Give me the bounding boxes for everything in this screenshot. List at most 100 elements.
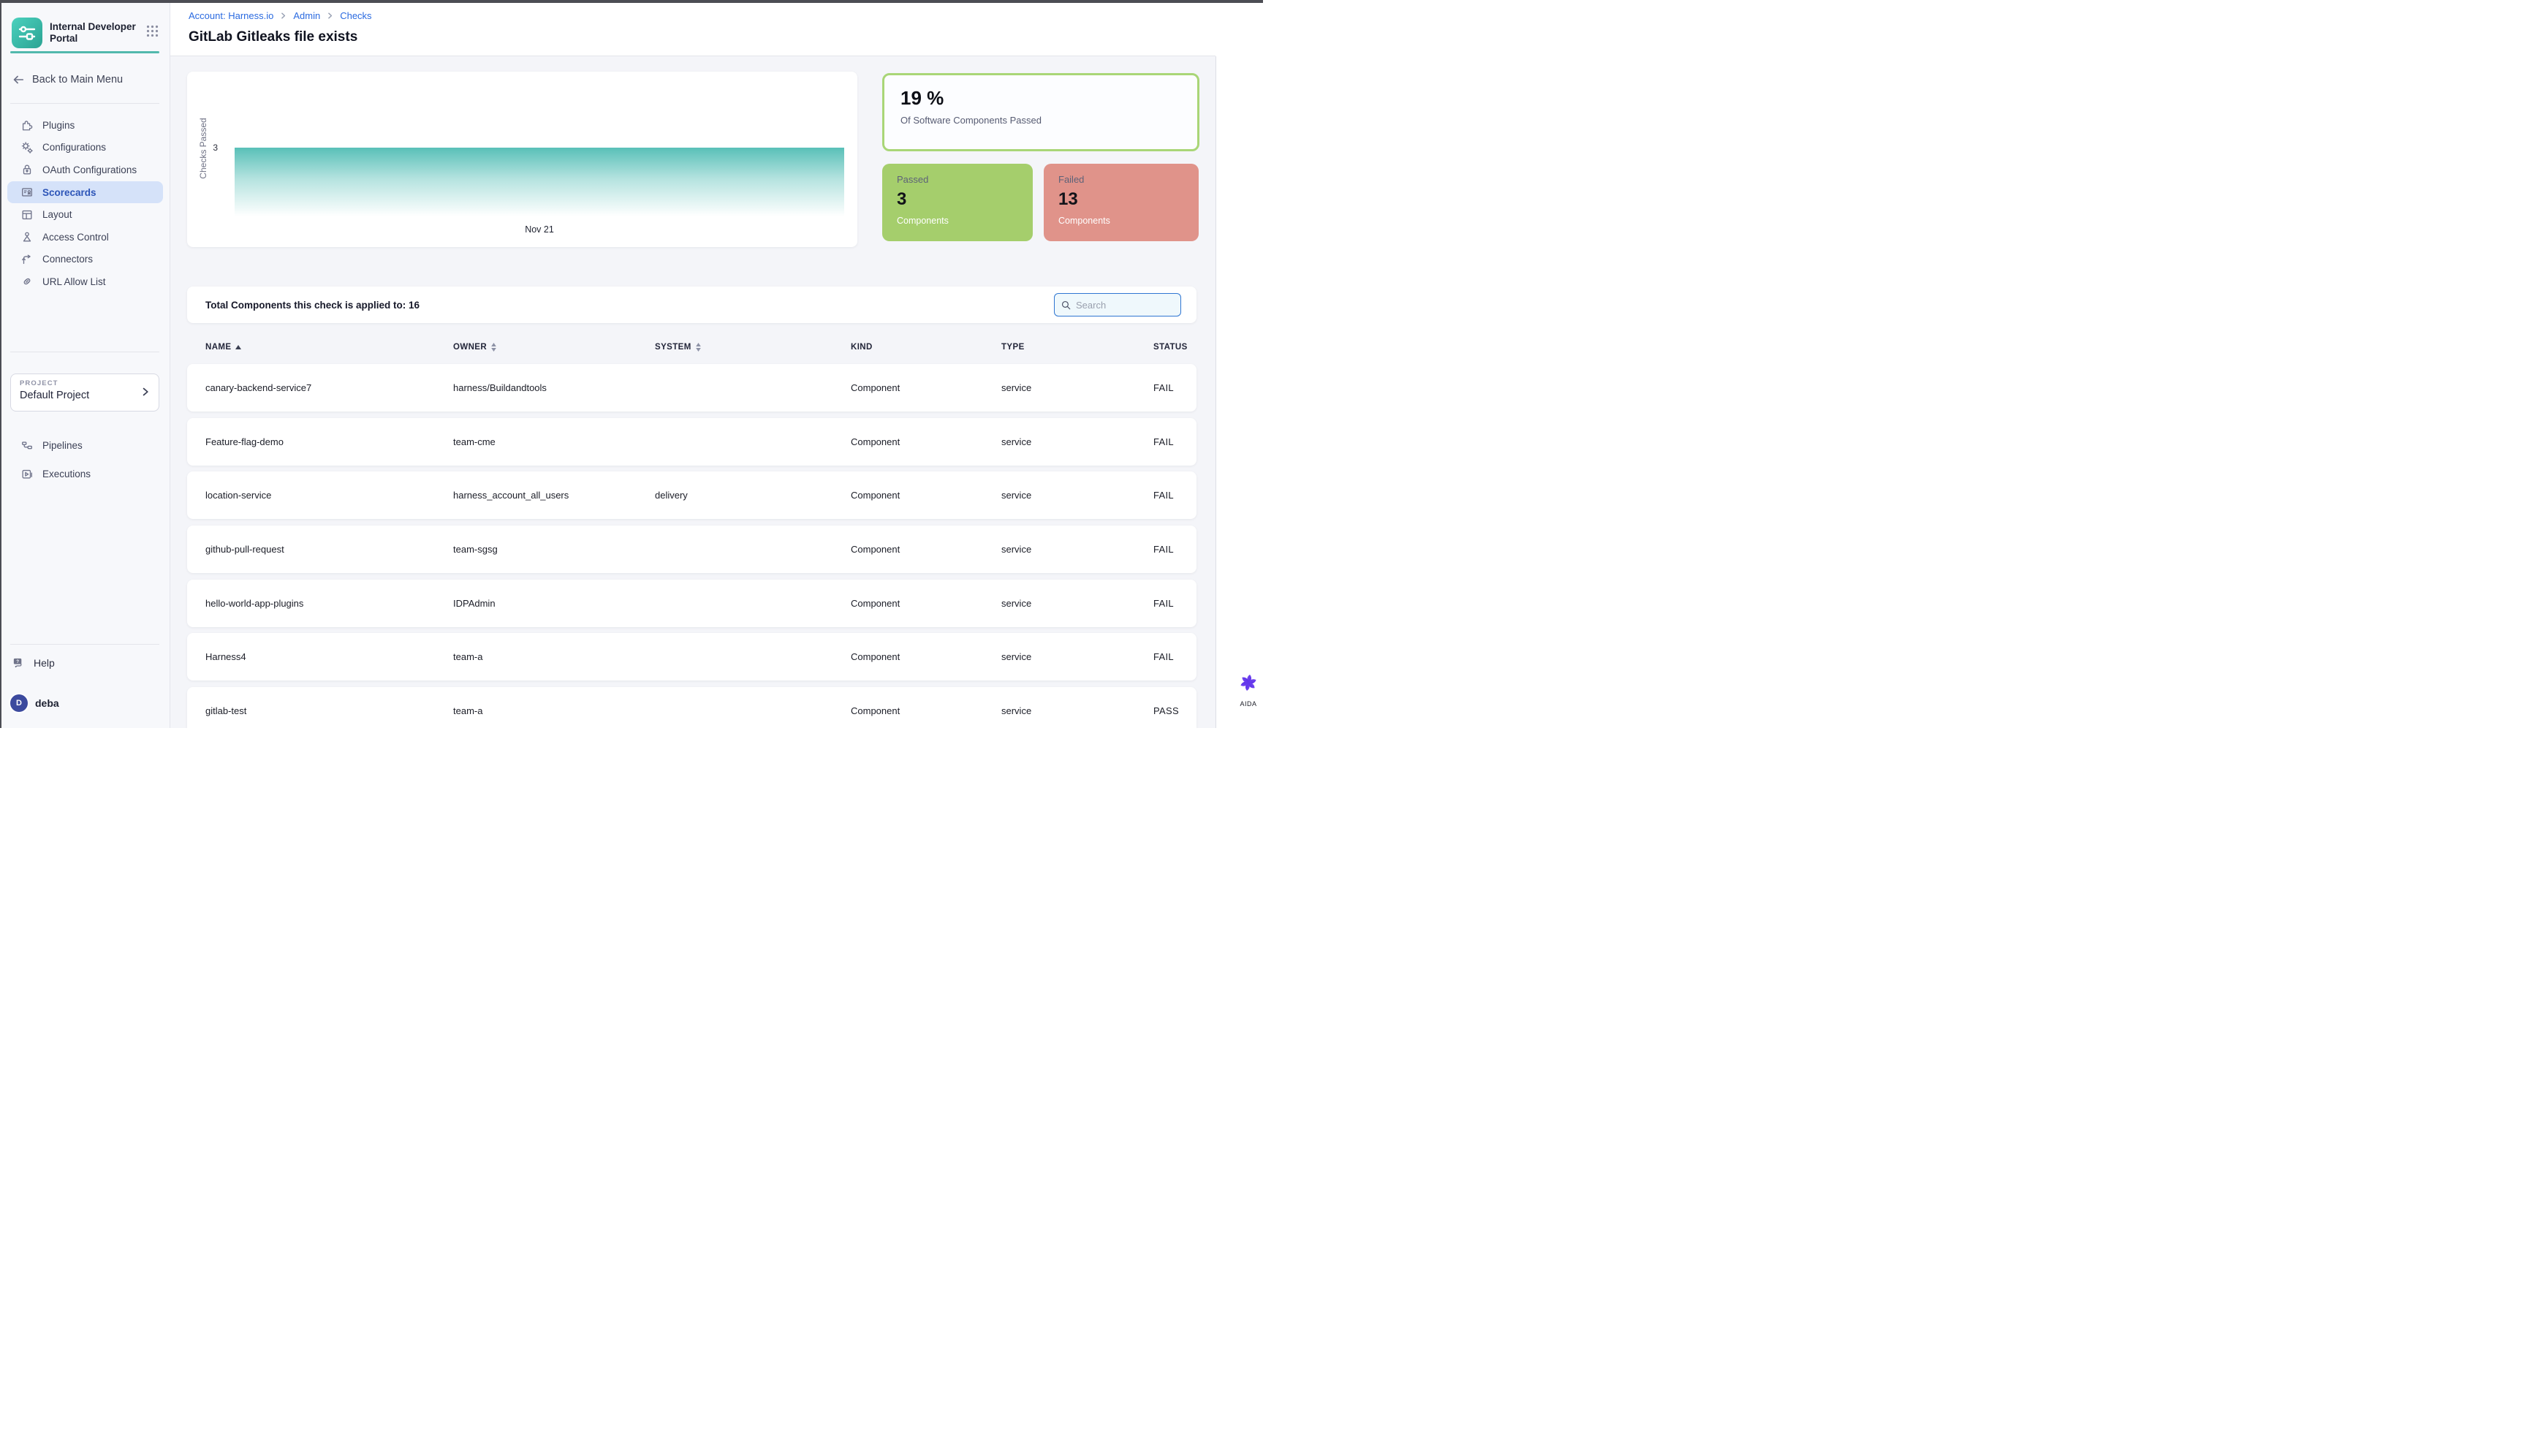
sidebar-item-configurations[interactable]: Configurations bbox=[7, 137, 163, 159]
table-row[interactable]: gitlab-test team-a Component service PAS… bbox=[187, 687, 1196, 728]
table-row[interactable]: github-pull-request team-sgsg Component … bbox=[187, 526, 1196, 573]
sidebar-item-label: Scorecards bbox=[42, 187, 96, 198]
cell-owner: team-sgsg bbox=[453, 544, 655, 555]
cell-kind: Component bbox=[851, 490, 1001, 501]
sidebar-divider bbox=[10, 644, 159, 645]
aida-pinwheel-icon bbox=[1237, 672, 1259, 697]
breadcrumb-admin[interactable]: Admin bbox=[293, 10, 320, 21]
sidebar-item-label: Plugins bbox=[42, 120, 75, 131]
sidebar-item-access-control[interactable]: Access Control bbox=[7, 226, 163, 249]
project-selector[interactable]: PROJECT Default Project bbox=[10, 374, 159, 412]
column-header-kind: KIND bbox=[851, 343, 1001, 352]
cell-name: gitlab-test bbox=[205, 705, 453, 716]
column-header-owner[interactable]: OWNER bbox=[453, 343, 655, 352]
sidebar-item-label: OAuth Configurations bbox=[42, 164, 137, 175]
cell-kind: Component bbox=[851, 705, 1001, 716]
column-header-status: STATUS bbox=[1153, 343, 1196, 352]
sidebar-item-label: Connectors bbox=[42, 254, 93, 265]
breadcrumb-account[interactable]: Account: Harness.io bbox=[189, 10, 273, 21]
table-row[interactable]: Feature-flag-demo team-cme Component ser… bbox=[187, 418, 1196, 466]
cell-status: FAIL bbox=[1153, 544, 1196, 555]
play-icon bbox=[20, 468, 34, 481]
chevron-right-icon bbox=[279, 12, 287, 20]
failed-caption: Components bbox=[1058, 216, 1184, 226]
passed-caption: Components bbox=[897, 216, 1018, 226]
back-label: Back to Main Menu bbox=[32, 74, 123, 86]
cell-name: hello-world-app-plugins bbox=[205, 598, 453, 609]
sidebar-item-connectors[interactable]: Connectors bbox=[7, 249, 163, 271]
cell-status: FAIL bbox=[1153, 436, 1196, 447]
idp-logo-icon bbox=[12, 18, 42, 48]
components-summary-bar: Total Components this check is applied t… bbox=[187, 287, 1196, 323]
cell-owner: team-a bbox=[453, 651, 655, 662]
cell-owner: team-cme bbox=[453, 436, 655, 447]
column-header-system[interactable]: SYSTEM bbox=[655, 343, 851, 352]
brand-header: Internal Developer Portal bbox=[12, 17, 159, 49]
cell-kind: Component bbox=[851, 382, 1001, 393]
table-row[interactable]: hello-world-app-plugins IDPAdmin Compone… bbox=[187, 580, 1196, 627]
cell-type: service bbox=[1001, 705, 1153, 716]
sidebar-item-pipelines[interactable]: Pipelines bbox=[7, 431, 163, 460]
breadcrumb: Account: Harness.io Admin Checks bbox=[189, 10, 372, 21]
sidebar: Internal Developer Portal Back to Main M… bbox=[0, 0, 170, 728]
project-label: PROJECT bbox=[20, 379, 150, 387]
cell-name: github-pull-request bbox=[205, 544, 453, 555]
cell-name: Feature-flag-demo bbox=[205, 436, 453, 447]
failed-card: Failed 13 Components bbox=[1044, 164, 1199, 241]
user-menu[interactable]: D deba bbox=[10, 693, 156, 713]
brand-title: Internal Developer Portal bbox=[50, 21, 136, 45]
help-chat-icon: ? bbox=[12, 656, 26, 670]
chart-area-series bbox=[235, 148, 844, 216]
table-row[interactable]: Harness4 team-a Component service FAIL bbox=[187, 633, 1196, 680]
svg-text:?: ? bbox=[16, 659, 19, 664]
cell-kind: Component bbox=[851, 544, 1001, 555]
cell-owner: harness_account_all_users bbox=[453, 490, 655, 501]
help-button[interactable]: ? Help bbox=[12, 653, 158, 672]
aida-label: AIDA bbox=[1234, 700, 1263, 708]
percent-passed-card: 19 % Of Software Components Passed bbox=[882, 73, 1199, 151]
avatar: D bbox=[10, 694, 28, 712]
cell-name: canary-backend-service7 bbox=[205, 382, 453, 393]
table-row[interactable]: canary-backend-service7 harness/Buildand… bbox=[187, 364, 1196, 412]
column-label: TYPE bbox=[1001, 343, 1025, 352]
cell-kind: Component bbox=[851, 598, 1001, 609]
cell-type: service bbox=[1001, 651, 1153, 662]
aida-button[interactable]: AIDA bbox=[1234, 672, 1263, 708]
pipelines-icon bbox=[20, 439, 34, 452]
person-icon bbox=[20, 230, 34, 243]
search-input[interactable] bbox=[1076, 300, 1164, 311]
sort-both-icon bbox=[491, 343, 496, 352]
chart-y-axis-label: Checks Passed bbox=[198, 105, 208, 192]
cell-type: service bbox=[1001, 490, 1153, 501]
help-label: Help bbox=[34, 657, 55, 669]
passed-value: 3 bbox=[897, 189, 1018, 210]
search-box bbox=[1054, 293, 1181, 316]
cell-system: delivery bbox=[655, 490, 851, 501]
cell-owner: IDPAdmin bbox=[453, 598, 655, 609]
cell-status: FAIL bbox=[1153, 382, 1196, 393]
branch-icon bbox=[20, 253, 34, 266]
sidebar-item-oauth-configurations[interactable]: OAuth Configurations bbox=[7, 159, 163, 181]
table-row[interactable]: location-service harness_account_all_use… bbox=[187, 471, 1196, 519]
breadcrumb-checks[interactable]: Checks bbox=[340, 10, 371, 21]
column-header-name[interactable]: NAME bbox=[205, 343, 453, 352]
column-label: OWNER bbox=[453, 343, 487, 352]
sidebar-item-scorecards[interactable]: Scorecards bbox=[7, 181, 163, 204]
page-header: Account: Harness.io Admin Checks GitLab … bbox=[170, 0, 1215, 56]
sidebar-item-plugins[interactable]: Plugins bbox=[7, 114, 163, 137]
puzzle-icon bbox=[20, 118, 34, 132]
sidebar-divider bbox=[10, 103, 159, 104]
app-grid-icon[interactable] bbox=[146, 25, 159, 41]
sidebar-item-url-allow-list[interactable]: URL Allow List bbox=[7, 270, 163, 293]
cell-status: FAIL bbox=[1153, 490, 1196, 501]
project-name: Default Project bbox=[20, 390, 150, 401]
cell-type: service bbox=[1001, 598, 1153, 609]
cell-owner: team-a bbox=[453, 705, 655, 716]
back-to-main-menu[interactable]: Back to Main Menu bbox=[12, 70, 158, 89]
cell-type: service bbox=[1001, 436, 1153, 447]
chart-y-tick: 3 bbox=[208, 143, 218, 153]
chevron-right-icon bbox=[140, 386, 151, 401]
sidebar-item-label: URL Allow List bbox=[42, 276, 106, 287]
sidebar-item-layout[interactable]: Layout bbox=[7, 203, 163, 226]
sidebar-item-executions[interactable]: Executions bbox=[7, 460, 163, 488]
